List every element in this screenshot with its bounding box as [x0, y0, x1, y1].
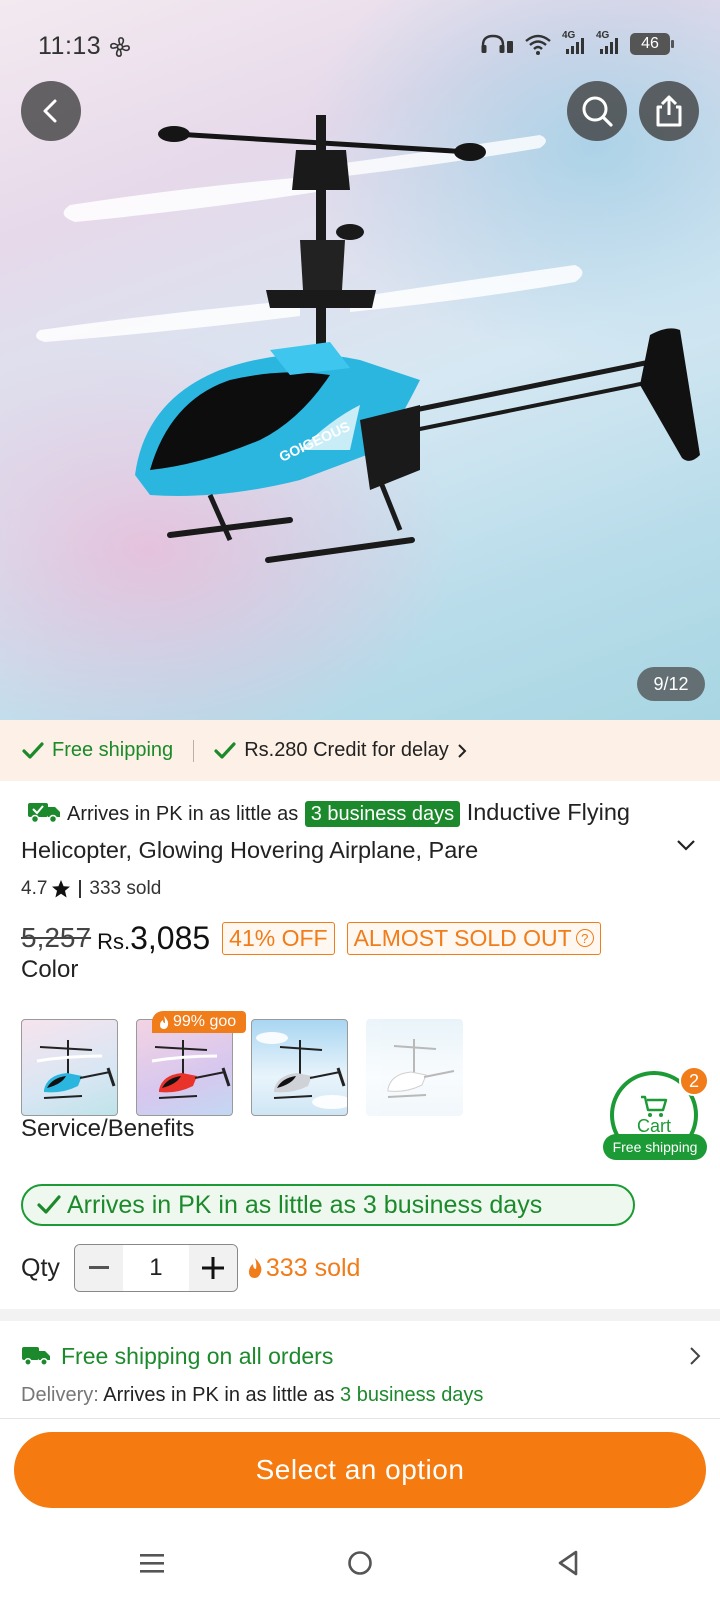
current-price: Rs.3,085 [97, 920, 210, 957]
signal-bars-icon [600, 38, 618, 54]
delivery-label: Delivery: [21, 1384, 99, 1406]
chevron-down-icon [677, 840, 695, 851]
color-option-red[interactable] [136, 1019, 233, 1116]
qty-sold-text: 333 sold [265, 1253, 361, 1282]
signal-1: 4G [562, 30, 586, 55]
price-amount: 3,085 [130, 919, 211, 956]
menu-icon [140, 1554, 164, 1573]
color-option-white[interactable] [366, 1019, 463, 1116]
system-nav-bar [0, 1524, 720, 1600]
qty-label: Qty [21, 1253, 60, 1282]
service-benefits-label: Service/Benefits [21, 1115, 195, 1142]
free-shipping-row[interactable]: Free shipping on all orders [21, 1336, 701, 1376]
battery-indicator: 46 [630, 33, 674, 55]
qty-sold-indicator: 333 sold [246, 1253, 361, 1283]
home-circle-icon [348, 1551, 372, 1575]
check-icon [22, 741, 44, 759]
status-time: 11:13 [38, 32, 102, 60]
helicopter-thumbnail [387, 1039, 455, 1098]
truck-icon [22, 1347, 50, 1366]
question-icon: ? [575, 929, 594, 947]
increase-button[interactable] [188, 1245, 237, 1291]
home-nav-button[interactable] [340, 1546, 380, 1580]
arrival-pill-text: Arrives in PK in as little as 3 business… [67, 1190, 543, 1219]
color-option-silver[interactable] [251, 1019, 348, 1116]
divider [0, 1418, 720, 1419]
almost-sold-out-text: ALMOST SOLD OUT [353, 924, 572, 951]
minus-icon [88, 1266, 109, 1269]
discount-badge: 41% OFF [222, 921, 335, 955]
plus-icon [201, 1257, 224, 1279]
free-shipping-all-text: Free shipping on all orders [61, 1342, 334, 1369]
chevron-right-icon [458, 743, 467, 758]
original-price: 5,257 [21, 922, 92, 953]
flame-icon [160, 1015, 169, 1029]
hot-badge-text: 99% goo [173, 1013, 237, 1030]
rating-value: 4.7 [21, 878, 48, 899]
delay-credit-link[interactable]: Rs.280 Credit for delay [214, 739, 467, 762]
free-shipping-text: Free shipping [52, 739, 174, 761]
chevron-right-icon [690, 1347, 701, 1365]
fan-icon [110, 37, 130, 57]
star-icon [52, 880, 71, 898]
arrival-pill: Arrives in PK in as little as 3 business… [21, 1184, 635, 1226]
check-icon [37, 1195, 61, 1214]
chevron-left-icon [43, 99, 57, 123]
sold-count: 333 sold [89, 878, 162, 899]
helicopter-thumbnail [36, 1040, 116, 1099]
back-triangle-icon [558, 1550, 578, 1576]
cart-count-badge: 2 [679, 1066, 709, 1096]
headphones-icon [481, 34, 513, 53]
divider [79, 880, 82, 898]
arrival-prefix: Arrives in PK in as little as [67, 803, 299, 825]
product-image-gallery[interactable]: GOIGEOUS 11:13 4G 4G 46 9/12 [0, 0, 720, 720]
free-shipping-tag: Free shipping [22, 739, 173, 762]
menu-nav-button[interactable] [132, 1546, 172, 1580]
color-label: Color [21, 956, 79, 983]
signal-2: 4G [596, 30, 620, 55]
select-option-button[interactable]: Select an option [14, 1432, 706, 1508]
quantity-row: Qty 1 333 sold [21, 1243, 360, 1293]
cart-free-shipping-badge: Free shipping [603, 1134, 707, 1160]
flame-icon [248, 1258, 262, 1278]
share-icon [656, 95, 682, 127]
price-row: 5,257 Rs.3,085 41% OFF ALMOST SOLD OUT ? [21, 918, 601, 958]
back-button[interactable] [21, 81, 81, 141]
wifi-icon [525, 34, 551, 55]
back-nav-button[interactable] [548, 1546, 588, 1580]
title-fade [560, 834, 670, 870]
search-icon [582, 96, 613, 127]
expand-title-button[interactable] [676, 838, 696, 857]
cart-icon [641, 1095, 668, 1117]
delay-credit-text: Rs.280 Credit for delay [244, 739, 449, 761]
section-separator [0, 1309, 720, 1321]
decrease-button[interactable] [74, 1245, 123, 1291]
color-swatches [21, 1019, 463, 1116]
currency-symbol: Rs. [97, 928, 131, 954]
quantity-stepper: 1 [73, 1244, 238, 1292]
delivery-line: Delivery: Arrives in PK in as little as … [21, 1384, 483, 1407]
helicopter-thumbnail [151, 1040, 231, 1099]
rating-row[interactable]: 4.7 333 sold [21, 878, 161, 900]
hot-badge: 99% goo [152, 1011, 246, 1033]
color-option-blue[interactable] [21, 1019, 118, 1116]
signal-bars-icon [566, 38, 584, 54]
helicopter-thumbnail [256, 1032, 347, 1109]
quantity-value[interactable]: 1 [122, 1245, 189, 1291]
delivery-text: Arrives in PK in as little as [103, 1384, 335, 1406]
share-button[interactable] [639, 81, 699, 141]
arrival-days-badge: 3 business days [304, 801, 461, 827]
shipping-strip[interactable]: Free shipping Rs.280 Credit for delay [0, 720, 720, 781]
status-bar: 11:13 4G 4G 46 [0, 0, 720, 92]
image-counter: 9/12 [637, 667, 705, 701]
delivery-days: 3 business days [340, 1384, 484, 1406]
almost-sold-out-badge[interactable]: ALMOST SOLD OUT ? [346, 921, 601, 955]
search-button[interactable] [567, 81, 627, 141]
divider [193, 739, 195, 762]
truck-icon [28, 803, 60, 824]
check-icon [214, 741, 236, 759]
